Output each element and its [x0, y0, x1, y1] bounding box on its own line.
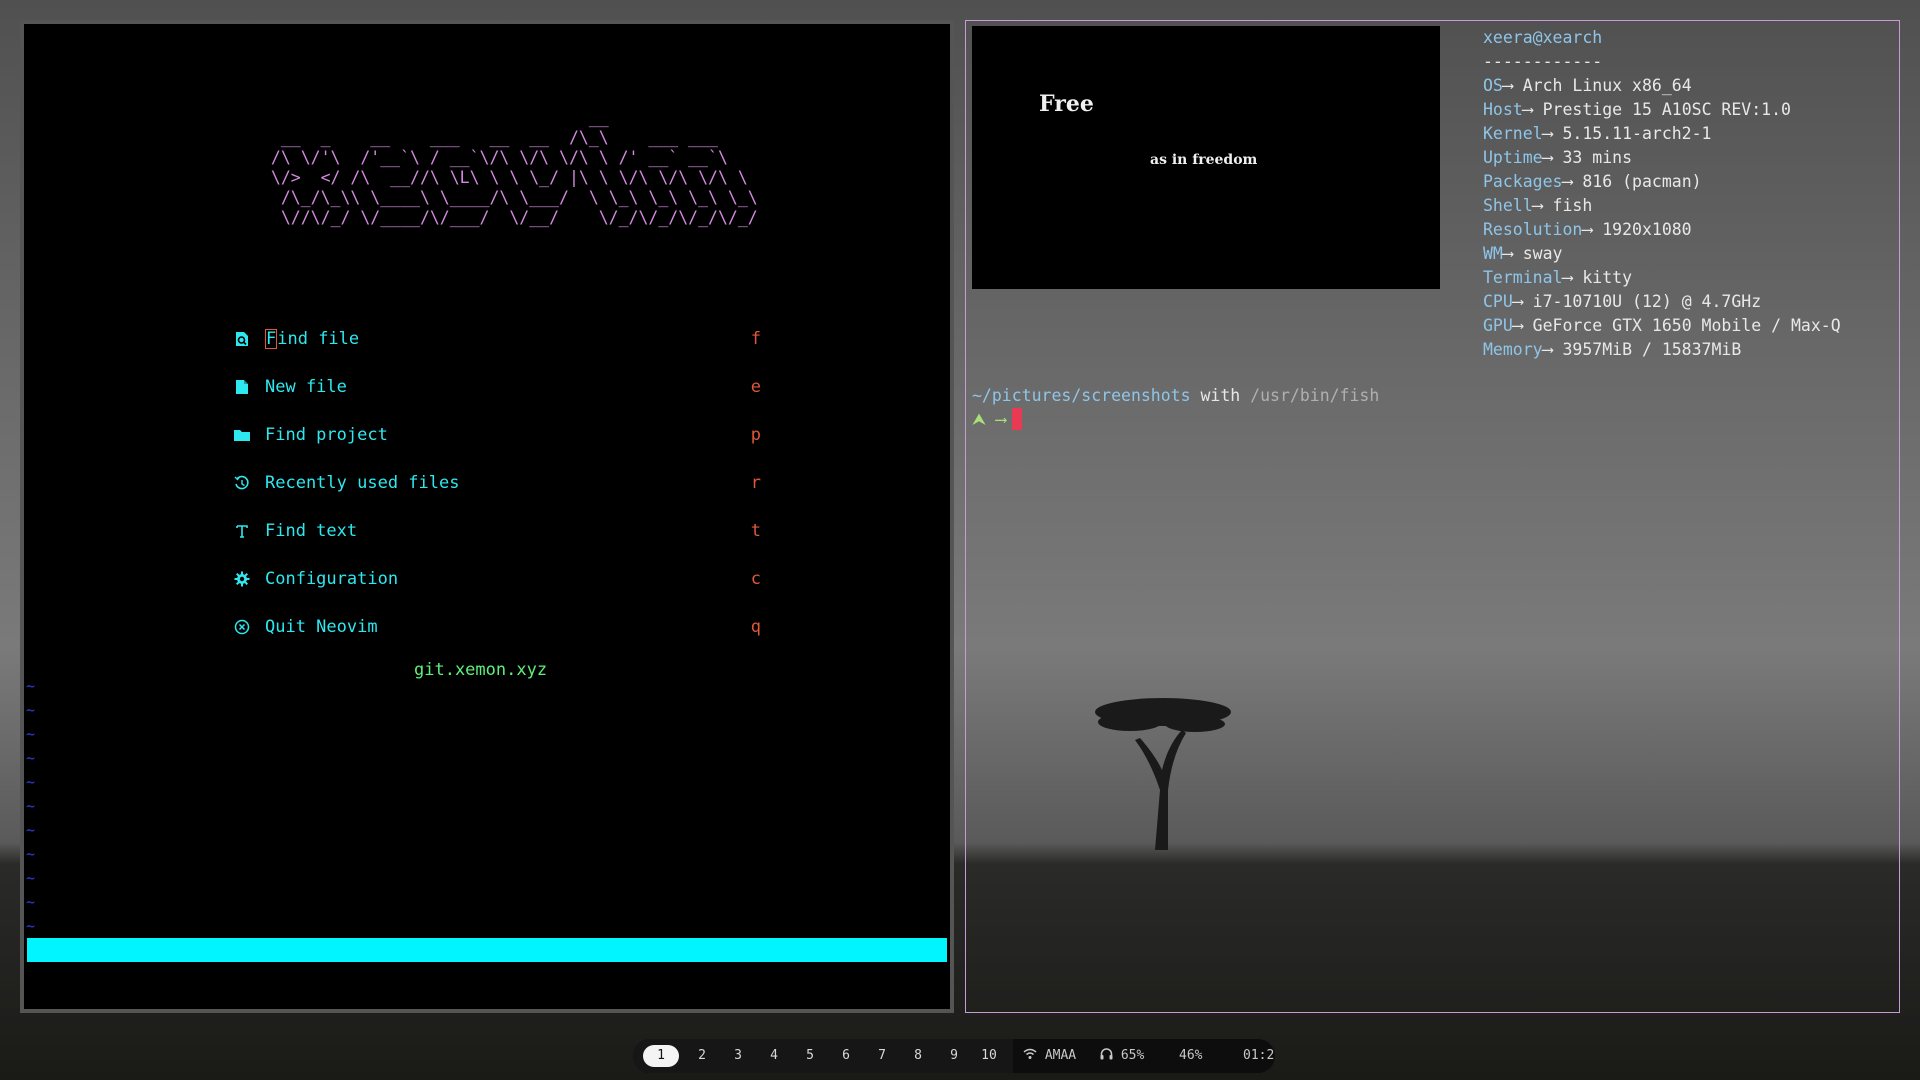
- history-icon: [234, 475, 249, 490]
- text-icon: [236, 525, 248, 538]
- workspace-7[interactable]: 7: [870, 1045, 894, 1067]
- tilde: ~: [26, 677, 36, 695]
- tilde: ~: [26, 773, 36, 791]
- tilde: ~: [26, 701, 36, 719]
- menu-find-file-label: ind file: [277, 329, 360, 349]
- info-row-uptime: Uptime⟶ 33 mins: [1483, 148, 1633, 167]
- menu-new-file-key: e: [750, 377, 761, 397]
- workspace-10[interactable]: 10: [974, 1045, 1004, 1067]
- workspace-5[interactable]: 5: [798, 1045, 822, 1067]
- network-status[interactable]: AMAA: [1023, 1039, 1076, 1073]
- tilde: ~: [26, 797, 36, 815]
- info-row-memory: Memory⟶ 3957MiB / 15837MiB: [1483, 340, 1742, 359]
- separator: ------------: [1483, 52, 1603, 71]
- file-search-icon: [236, 332, 248, 346]
- volume-status[interactable]: 65%: [1100, 1039, 1144, 1073]
- info-row-packages: Packages⟶ 816 (pacman): [1483, 172, 1702, 191]
- menu-find-file-key: f: [750, 329, 761, 349]
- menu-find-text[interactable]: Find text t: [234, 516, 761, 546]
- menu-find-file[interactable]: Find file f: [234, 324, 761, 354]
- info-row-cpu: CPU⟶ i7-10710U (12) @ 4.7GHz: [1483, 292, 1762, 311]
- prompt-path: ~/pictures/screenshots: [972, 386, 1191, 405]
- workspace-4[interactable]: 4: [762, 1045, 786, 1067]
- menu-recently-used-files-label: Recently used files: [265, 473, 460, 493]
- empty-line-markers: ~ ~ ~ ~ ~ ~ ~ ~ ~ ~ ~: [26, 674, 35, 938]
- workspace-2[interactable]: 2: [690, 1045, 714, 1067]
- menu-new-file[interactable]: New file e: [234, 372, 761, 402]
- battery-status: 46%: [1179, 1048, 1203, 1063]
- menu-quit-neovim[interactable]: Quit Neovim q: [234, 612, 761, 642]
- info-row-terminal: Terminal⟶ kitty: [1483, 268, 1633, 287]
- prompt-info-line: ~/pictures/screenshots with /usr/bin/fis…: [972, 384, 1379, 408]
- statusline: [27, 938, 947, 962]
- image-title: Free: [1039, 91, 1094, 117]
- tilde: ~: [26, 749, 36, 767]
- info-row-shell: Shell⟶ fish: [1483, 196, 1593, 215]
- quit-icon: [234, 619, 250, 635]
- menu-find-project-key: p: [750, 425, 761, 445]
- workspace-9[interactable]: 9: [942, 1045, 966, 1067]
- terminal-cursor: [1011, 408, 1022, 430]
- new-file-icon: [236, 380, 248, 394]
- info-row-gpu: GPU⟶ GeForce GTX 1650 Mobile / Max-Q: [1483, 316, 1841, 335]
- tilde: ~: [26, 917, 36, 935]
- workspace-switcher: 1 2 3 4 5 6 7 8 9 10: [633, 1039, 1013, 1073]
- tilde: ~: [26, 725, 36, 743]
- menu-new-file-label: New file: [265, 377, 347, 397]
- cursor: F: [265, 329, 278, 349]
- system-info: xeera@xearch ------------ OS⟶ Arch Linux…: [1483, 26, 1841, 362]
- workspace-3[interactable]: 3: [726, 1045, 750, 1067]
- prompt-shell: /usr/bin/fish: [1250, 386, 1380, 405]
- menu-quit-neovim-label: Quit Neovim: [265, 617, 378, 637]
- neovim-ascii-banner: __ __ _ __ ___ __ __ /\_\ ___ ___ /\ \/'…: [261, 108, 758, 227]
- wifi-name: AMAA: [1044, 1048, 1077, 1063]
- headphones-icon: [1100, 1048, 1113, 1060]
- user-host: xeera@xearch: [1483, 28, 1603, 47]
- prompt-with: with: [1190, 386, 1251, 405]
- neovim-window[interactable]: __ __ _ __ ___ __ __ /\_\ ___ ___ /\ \/'…: [20, 20, 954, 1013]
- prompt-input-line[interactable]: ⮝ ⟶: [972, 408, 1022, 432]
- menu-recently-used-files-key: r: [750, 473, 761, 493]
- menu-find-text-key: t: [750, 521, 761, 541]
- volume-value: 65%: [1120, 1048, 1145, 1063]
- tilde: ~: [26, 845, 36, 863]
- workspace-6[interactable]: 6: [834, 1045, 858, 1067]
- folder-icon: [234, 430, 250, 441]
- menu-find-text-label: Find text: [265, 521, 358, 541]
- workspace-1[interactable]: 1: [643, 1045, 679, 1067]
- info-row-resolution: Resolution⟶ 1920x1080: [1483, 220, 1692, 239]
- prompt-arrow-icon: ⮝ ⟶: [972, 410, 1006, 429]
- info-row-wm: WM⟶ sway: [1483, 244, 1563, 263]
- info-row-kernel: Kernel⟶ 5.15.11-arch2-1: [1483, 124, 1712, 143]
- tilde: ~: [26, 821, 36, 839]
- menu-recently-used-files[interactable]: Recently used files r: [234, 468, 761, 498]
- menu-configuration[interactable]: Configuration c: [234, 564, 761, 594]
- wifi-icon: [1023, 1048, 1037, 1059]
- clock: 01:22: [1243, 1048, 1275, 1063]
- kitty-terminal-window[interactable]: Free as in freedom xeera@xearch --------…: [965, 20, 1900, 1013]
- info-row-os: OS⟶ Arch Linux x86_64: [1483, 76, 1692, 95]
- info-row-host: Host⟶ Prestige 15 A10SC REV:1.0: [1483, 100, 1791, 119]
- menu-configuration-label: Configuration: [265, 569, 399, 589]
- menu-configuration-key: c: [750, 569, 761, 589]
- fetch-image: Free as in freedom: [972, 26, 1440, 289]
- menu-quit-neovim-key: q: [750, 617, 761, 637]
- gear-icon: [234, 571, 250, 587]
- tilde: ~: [26, 893, 36, 911]
- image-subtitle: as in freedom: [1150, 152, 1258, 168]
- status-bar: 1 2 3 4 5 6 7 8 9 10 AMAA 65% 46% 01:2: [633, 1039, 1275, 1073]
- menu-find-project[interactable]: Find project p: [234, 420, 761, 450]
- tilde: ~: [26, 869, 36, 887]
- footer-link[interactable]: git.xemon.xyz: [414, 655, 547, 685]
- workspace-8[interactable]: 8: [906, 1045, 930, 1067]
- menu-find-project-label: Find project: [265, 425, 388, 445]
